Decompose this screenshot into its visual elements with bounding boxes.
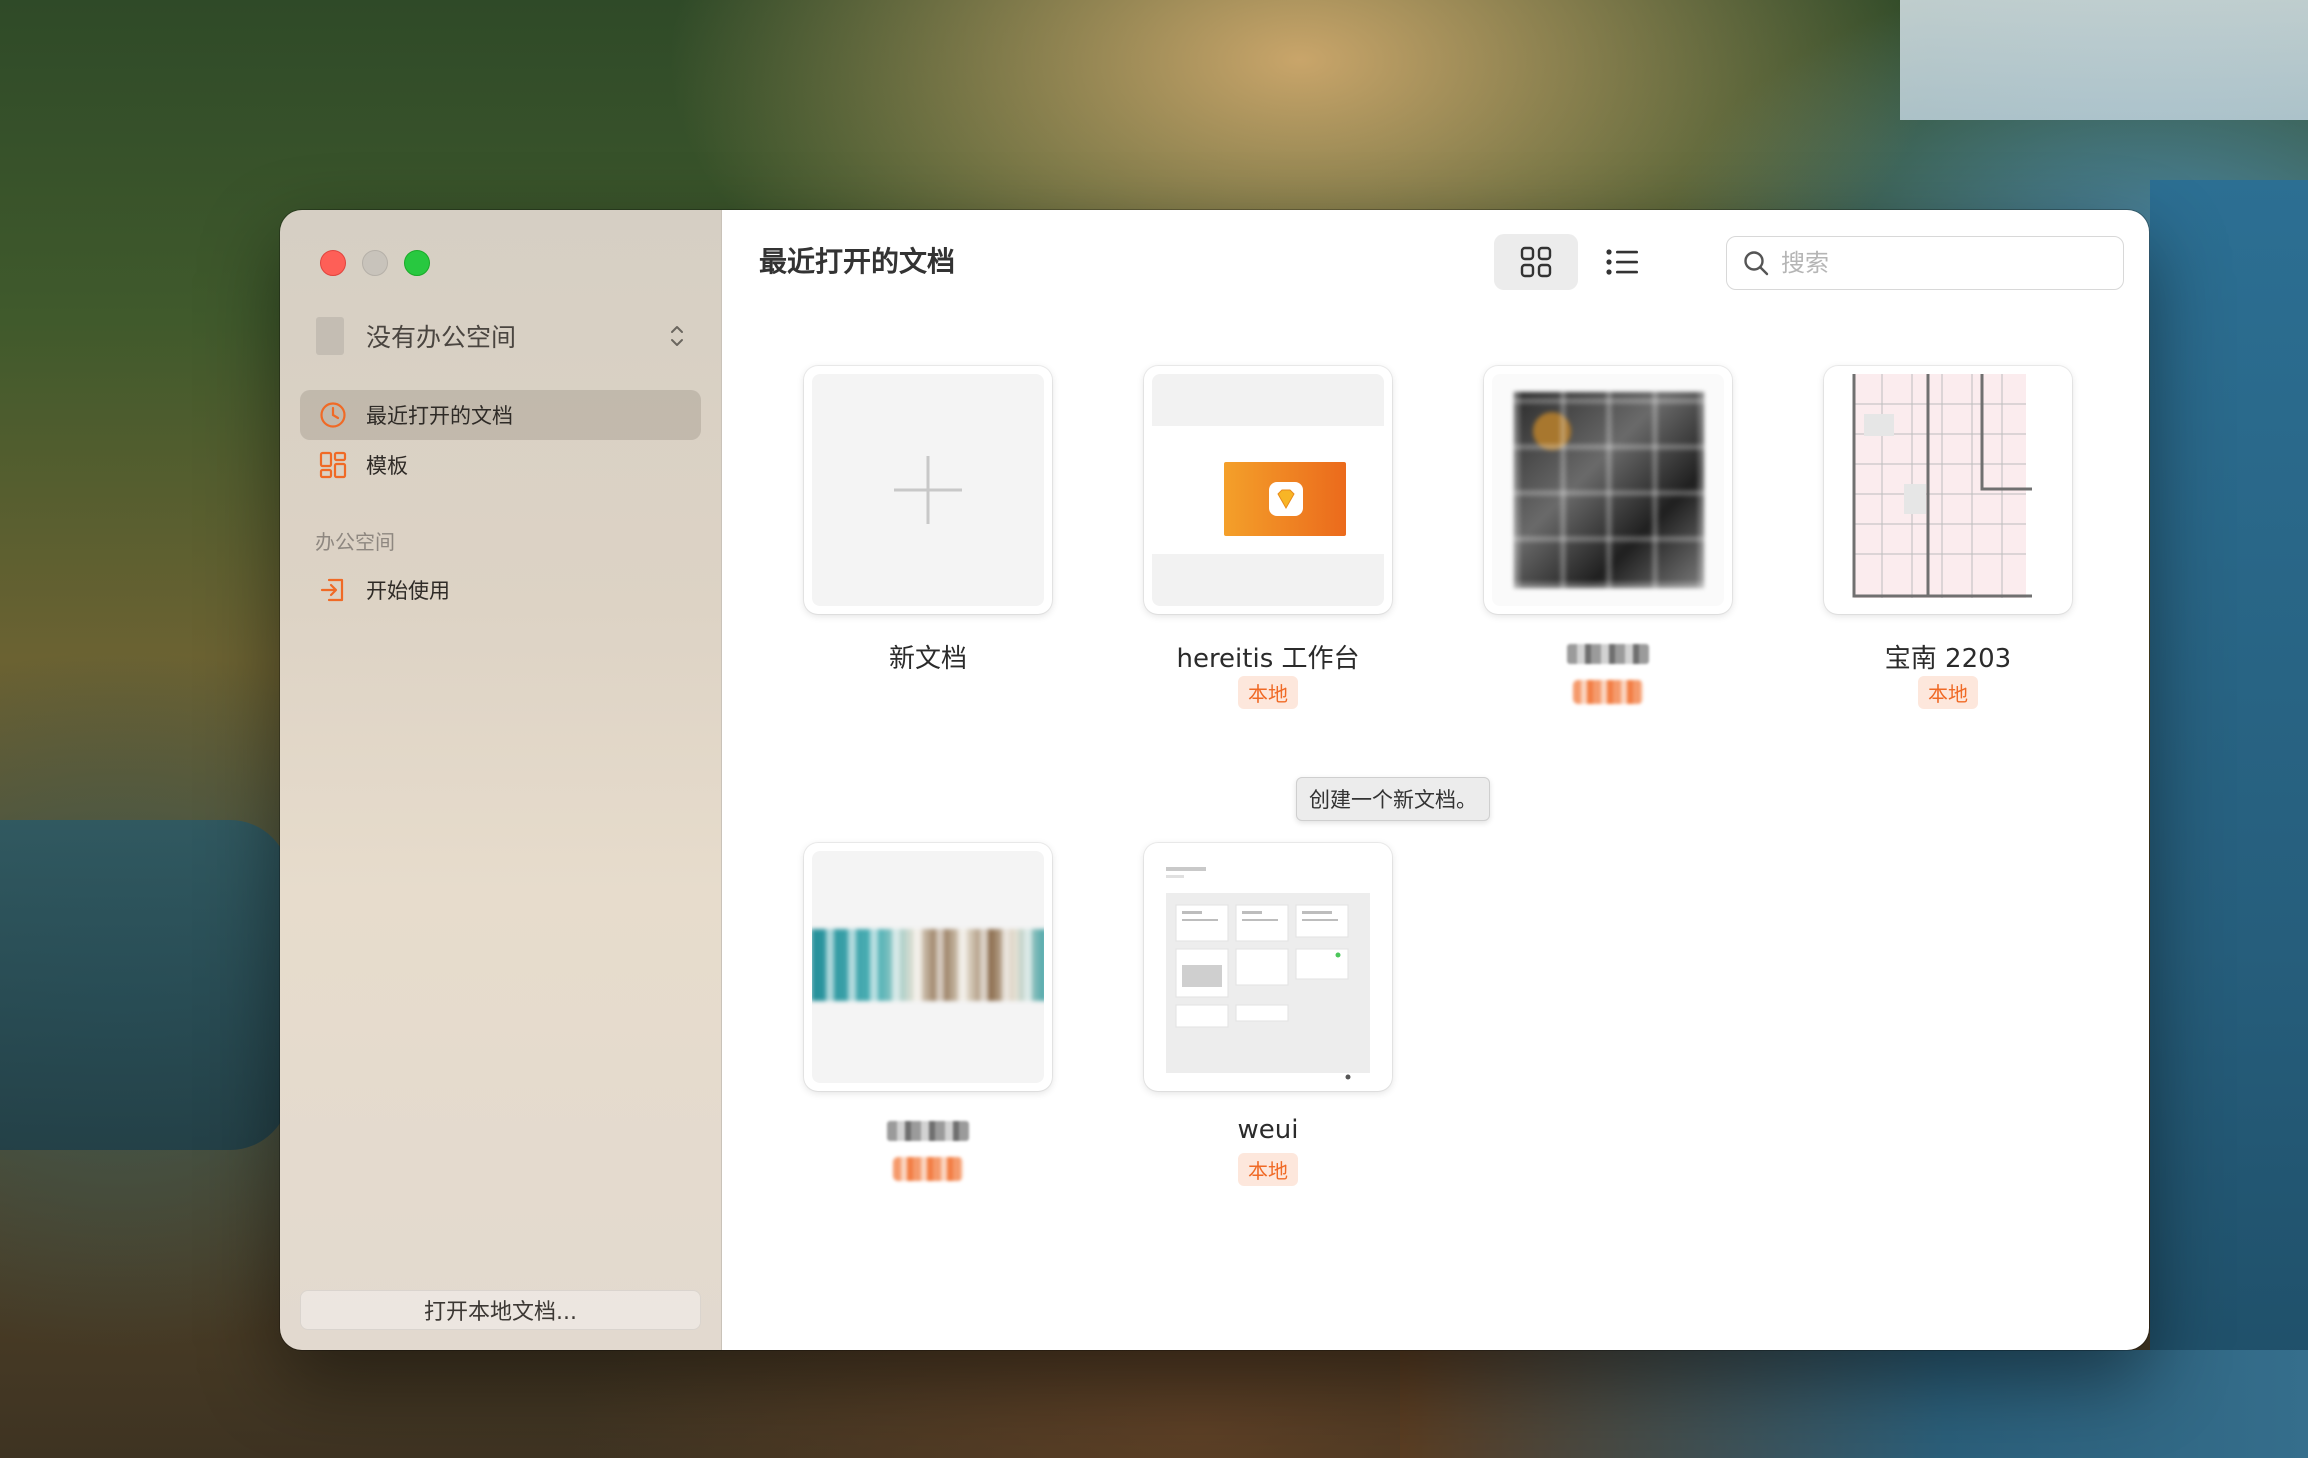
document-name: weui — [1237, 1115, 1299, 1145]
sidebar-item-get-started[interactable]: 开始使用 — [300, 565, 701, 615]
blurred-image — [1514, 392, 1704, 588]
blurred-badge — [893, 1157, 963, 1181]
local-badge: 本地 — [1238, 676, 1298, 709]
sidebar-item-label: 开始使用 — [366, 579, 450, 603]
document-name: 新文档 — [888, 644, 967, 674]
search-box[interactable] — [1726, 236, 2124, 290]
document-card-hereitis[interactable]: hereitis 工作台 本地 — [1144, 366, 1392, 709]
workspace-selector[interactable]: 没有办公空间 — [316, 308, 685, 364]
wallpaper-sea — [2150, 180, 2308, 1458]
document-card-blurred-2[interactable] — [804, 843, 1052, 1181]
blurred-image — [812, 929, 1044, 1001]
document-name — [804, 1115, 1052, 1147]
sign-in-icon — [318, 575, 348, 605]
zoom-window-button[interactable] — [404, 250, 430, 276]
workspace-icon — [316, 317, 344, 355]
sidebar-item-label: 模板 — [366, 454, 408, 478]
document-name: hereitis 工作台 — [1176, 644, 1360, 674]
document-thumbnail[interactable] — [1144, 843, 1392, 1091]
document-name — [1484, 638, 1732, 670]
document-thumbnail[interactable] — [804, 366, 1052, 614]
local-badge: 本地 — [1238, 1153, 1298, 1186]
chevron-updown-icon — [671, 326, 683, 346]
document-thumbnail[interactable] — [1144, 366, 1392, 614]
tooltip-new-document: 创建一个新文档。 — [1296, 777, 1490, 821]
floorplan-preview — [1852, 374, 2032, 598]
sidebar-nav: 最近打开的文档 模板 — [300, 390, 701, 490]
list-view-icon — [1606, 249, 1638, 275]
workspace-label: 没有办公空间 — [366, 323, 517, 352]
wallpaper-sky — [1900, 0, 2308, 120]
local-badge: 本地 — [1918, 676, 1978, 709]
document-name: 宝南 2203 — [1884, 644, 2012, 674]
open-local-document-button[interactable]: 打开本地文档... — [300, 1290, 701, 1330]
weui-preview — [1166, 867, 1370, 1080]
minimize-window-button[interactable] — [362, 250, 388, 276]
document-thumbnail[interactable] — [1484, 366, 1732, 614]
template-grid-icon — [318, 450, 348, 480]
document-card-baonan[interactable]: 宝南 2203 本地 — [1824, 366, 2072, 709]
sketch-preview — [1224, 462, 1346, 536]
window-controls — [320, 250, 430, 276]
document-card-blurred-1[interactable] — [1484, 366, 1732, 704]
sidebar-item-recent[interactable]: 最近打开的文档 — [300, 390, 701, 440]
workspace-nav: 开始使用 — [300, 565, 701, 615]
blurred-badge — [1573, 680, 1643, 704]
page-title: 最近打开的文档 — [759, 245, 956, 278]
wallpaper-shore — [1400, 1350, 2308, 1458]
search-input[interactable] — [1779, 248, 2103, 278]
sidebar-item-label: 最近打开的文档 — [366, 404, 513, 428]
section-label-workspace: 办公空间 — [315, 530, 395, 554]
grid-view-icon — [1520, 246, 1552, 278]
plus-icon — [894, 456, 962, 524]
app-window: 没有办公空间 最近打开的文档 模板 办公空间 开始使用 打开本地文档... 最近… — [280, 210, 2149, 1350]
document-card-weui[interactable]: weui 本地 — [1144, 843, 1392, 1186]
wallpaper-cove — [0, 820, 290, 1150]
grid-view-button[interactable] — [1494, 234, 1578, 290]
document-card-new[interactable]: 新文档 — [804, 366, 1052, 674]
document-thumbnail[interactable] — [804, 843, 1052, 1091]
sidebar: 没有办公空间 最近打开的文档 模板 办公空间 开始使用 打开本地文档... — [280, 210, 722, 1350]
sidebar-item-templates[interactable]: 模板 — [300, 440, 701, 490]
sketch-diamond-icon — [1269, 482, 1303, 516]
clock-icon — [318, 400, 348, 430]
close-window-button[interactable] — [320, 250, 346, 276]
main-content: 最近打开的文档 搜索 新文档 hereitis 工作台 本地 宝南 2203 本… — [722, 210, 2149, 1350]
list-view-button[interactable] — [1580, 234, 1664, 290]
search-icon — [1739, 249, 1773, 277]
document-thumbnail[interactable] — [1824, 366, 2072, 614]
